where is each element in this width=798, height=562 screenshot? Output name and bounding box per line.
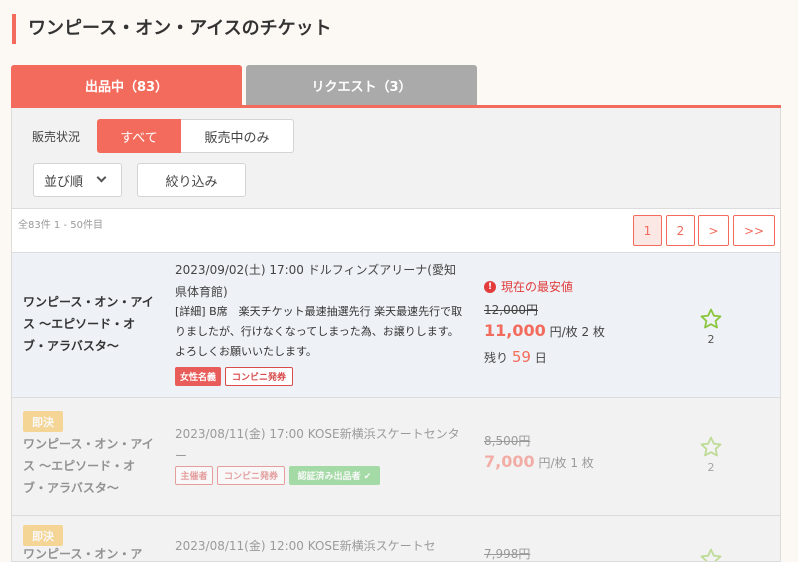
listing-row[interactable]: 即決 ワンピース・オン・アイス 〜エピソード・オブ・アラバスタ〜 2023/08… — [12, 399, 780, 516]
tag-organizer: 主催者 — [175, 466, 213, 485]
event-date-venue: 2023/09/02(土) 17:00 ドルフィンズアリーナ(愛知県体育館) — [175, 263, 456, 299]
star-outline-icon[interactable] — [699, 307, 723, 331]
price-line: 11,000 円/枚 2 枚 — [484, 321, 605, 340]
tag-female-name: 女性名義 — [175, 367, 221, 386]
favorite-count: 2 — [707, 461, 715, 474]
filter-on-sale-button[interactable]: 販売中のみ — [181, 119, 294, 153]
remaining-days-unit: 日 — [534, 351, 547, 365]
remaining-days-number: 59 — [511, 348, 531, 366]
page-title: ワンピース・オン・アイスのチケット — [12, 14, 332, 44]
favorite-count: 2 — [707, 333, 715, 346]
tag-convenience-ticketing: コンビニ発券 — [225, 367, 293, 386]
tab-selling[interactable]: 出品中（83） — [11, 65, 242, 105]
listing-row[interactable]: ワンピース・オン・アイス 〜エピソード・オブ・アラバスタ〜 2023/09/02… — [12, 253, 780, 398]
listing-panel: 販売状況 すべて 販売中のみ 並び順 絞り込み 全83件 1 - 50件目 1 … — [11, 108, 781, 562]
original-price: 12,000円 — [484, 303, 538, 317]
price-unit: 円/枚 — [538, 456, 567, 470]
sale-status-label: 販売状況 — [32, 130, 81, 144]
listing-row[interactable]: 即決 ワンピース・オン・ア 2023/08/11(金) 12:00 KOSE新横… — [12, 517, 780, 562]
ticket-quantity: 2 枚 — [581, 325, 605, 339]
price: 11,000 — [484, 321, 546, 340]
event-name[interactable]: ワンピース・オン・アイス 〜エピソード・オブ・アラバスタ〜 — [23, 291, 158, 357]
next-page-button[interactable]: > — [698, 215, 729, 246]
favorite-button[interactable]: 2 — [699, 435, 723, 474]
event-name[interactable]: ワンピース・オン・アイス 〜エピソード・オブ・アラバスタ〜 — [23, 433, 158, 499]
last-page-button[interactable]: >> — [733, 215, 775, 246]
remaining-days: 残り 59 日 — [484, 348, 547, 366]
page-1-button[interactable]: 1 — [633, 215, 662, 246]
original-price: 8,500円 — [484, 434, 531, 448]
filter-all-button[interactable]: すべて — [97, 119, 181, 153]
event-date-venue: 2023/08/11(金) 17:00 KOSE新横浜スケートセンター — [175, 427, 460, 463]
tab-request[interactable]: リクエスト（3） — [246, 65, 477, 105]
star-outline-icon[interactable] — [699, 547, 723, 562]
narrow-button[interactable]: 絞り込み — [137, 163, 246, 197]
price: 7,000 — [484, 452, 535, 471]
cheapest-notice: ! 現在の最安値 — [484, 278, 573, 295]
listing-detail: [詳細] B席 楽天チケット最速抽選先行 楽天最速先行で取りましたが、行けなくな… — [175, 305, 463, 358]
tag-convenience-ticketing: コンビニ発券 — [217, 466, 285, 485]
instant-buy-badge: 即決 — [23, 411, 63, 432]
remaining-label: 残り — [484, 351, 509, 365]
results-bar: 全83件 1 - 50件目 1 2 > >> — [12, 208, 780, 253]
page-2-button[interactable]: 2 — [666, 215, 695, 246]
listing-tabs: 出品中（83） リクエスト（3） — [11, 65, 781, 108]
cheapest-label: 現在の最安値 — [501, 280, 574, 294]
result-count: 全83件 1 - 50件目 — [18, 220, 103, 231]
sort-dropdown[interactable]: 並び順 — [33, 163, 122, 197]
event-date-venue: 2023/08/11(金) 12:00 KOSE新横浜スケートセ — [175, 539, 436, 553]
chevron-down-icon — [96, 172, 107, 183]
star-outline-icon[interactable] — [699, 435, 723, 459]
favorite-button[interactable]: 2 — [699, 307, 723, 346]
tag-verified-seller: 認証済み出品者 ✔ — [289, 466, 380, 485]
price-line: 7,000 円/枚 1 枚 — [484, 452, 594, 471]
ticket-quantity: 1 枚 — [570, 456, 594, 470]
favorite-button[interactable] — [699, 547, 723, 562]
sort-label: 並び順 — [44, 174, 84, 190]
price-unit: 円/枚 — [549, 325, 578, 339]
exclamation-circle-icon: ! — [484, 280, 496, 293]
event-name[interactable]: ワンピース・オン・ア — [23, 543, 173, 561]
original-price: 7,998円 — [484, 547, 531, 561]
